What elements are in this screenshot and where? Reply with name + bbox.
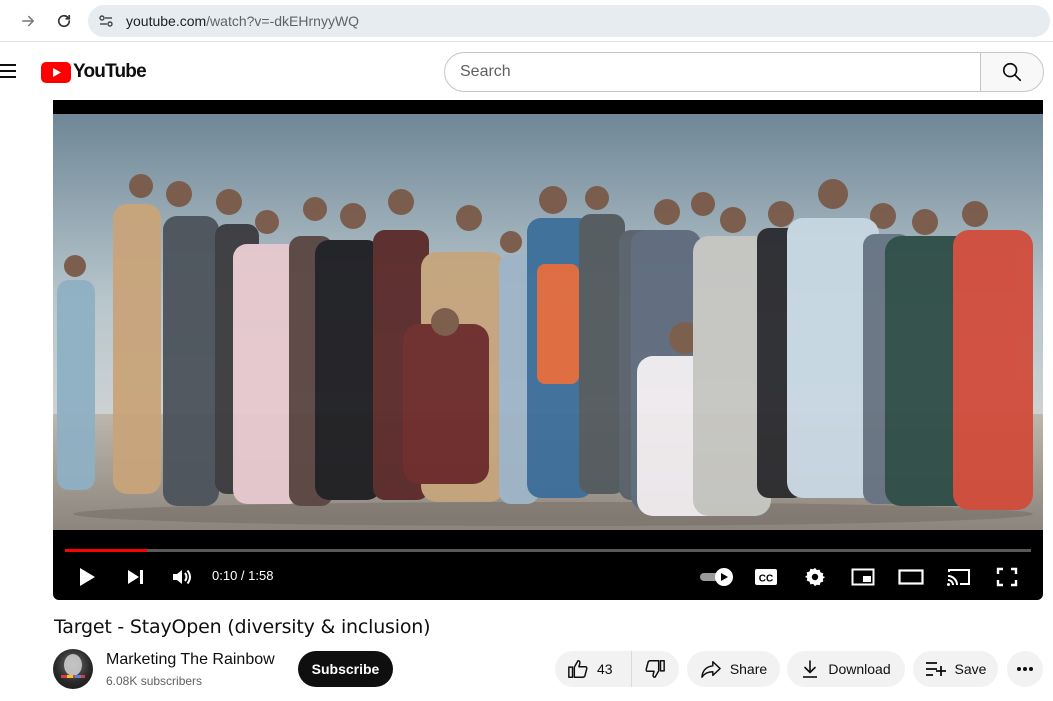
thumbs-up-icon (568, 660, 588, 678)
search-input[interactable] (444, 52, 981, 92)
volume-icon (173, 569, 191, 585)
address-bar[interactable]: youtube.com/watch?v=-dkEHrnyyWQ (88, 5, 1050, 37)
mute-button[interactable] (167, 562, 197, 592)
url-host: youtube.com (126, 13, 207, 29)
subscriber-count: 6.08K subscribers (106, 674, 203, 688)
dislike-button[interactable] (632, 651, 678, 687)
guide-menu-button[interactable] (0, 61, 18, 81)
like-dislike-group: 43 (555, 651, 679, 687)
theater-mode-icon (898, 569, 924, 585)
settings-icon (804, 567, 826, 587)
play-button[interactable] (73, 562, 101, 592)
progress-played (65, 549, 148, 552)
video-still-image (53, 114, 1043, 530)
channel-name[interactable]: Marketing The Rainbow (106, 651, 275, 669)
reload-icon (57, 14, 71, 28)
fullscreen-button[interactable] (992, 562, 1022, 592)
save-label: Save (954, 661, 987, 677)
miniplayer-button[interactable] (848, 562, 878, 592)
download-button[interactable]: Download (787, 651, 905, 687)
site-info-icon (99, 15, 113, 27)
video-player[interactable]: 0:10 / 1:58 CC (53, 100, 1043, 600)
forward-button[interactable] (13, 6, 43, 36)
youtube-wordmark: YouTube (73, 61, 147, 82)
like-button[interactable]: 43 (555, 651, 632, 687)
url-text[interactable]: youtube.com/watch?v=-dkEHrnyyWQ (126, 13, 359, 29)
save-button[interactable]: Save (913, 651, 998, 687)
time-display: 0:10 / 1:58 (212, 568, 274, 583)
theater-mode-button[interactable] (896, 562, 926, 592)
youtube-play-logo-icon (41, 61, 71, 83)
share-label: Share (729, 661, 768, 677)
youtube-logo[interactable]: YouTube (41, 61, 147, 83)
cast-button[interactable] (944, 562, 974, 592)
search-icon (1002, 62, 1022, 82)
miniplayer-icon (851, 568, 875, 586)
autoplay-toggle[interactable] (697, 562, 737, 592)
download-label: Download (828, 661, 891, 677)
browser-toolbar: youtube.com/watch?v=-dkEHrnyyWQ (0, 0, 1053, 42)
forward-arrow-icon (22, 15, 34, 27)
settings-button[interactable] (800, 562, 830, 592)
search-box (444, 52, 1044, 92)
play-icon (80, 568, 95, 586)
captions-button[interactable]: CC (751, 562, 781, 592)
next-button[interactable] (121, 562, 149, 592)
progress-bar[interactable] (65, 549, 1031, 552)
captions-icon: CC (755, 569, 777, 585)
subscribe-button[interactable]: Subscribe (298, 651, 393, 687)
fullscreen-icon (996, 567, 1018, 587)
share-icon (700, 661, 721, 678)
cast-icon (947, 569, 970, 586)
thumbs-down-icon (645, 660, 665, 678)
download-icon (803, 660, 818, 678)
like-count: 43 (597, 661, 613, 677)
reload-button[interactable] (49, 6, 79, 36)
channel-avatar[interactable] (53, 649, 93, 689)
more-horizontal-icon (1017, 667, 1033, 671)
video-frame[interactable] (53, 114, 1043, 530)
autoplay-toggle-icon (700, 568, 733, 586)
more-actions-button[interactable] (1007, 651, 1043, 687)
captions-label: CC (759, 574, 773, 585)
site-info-button[interactable] (92, 7, 120, 35)
next-icon (128, 570, 143, 584)
video-title: Target - StayOpen (diversity & inclusion… (54, 616, 431, 638)
search-button[interactable] (980, 52, 1044, 92)
channel-avatar-image (61, 654, 85, 678)
save-to-playlist-icon (925, 662, 946, 676)
share-button[interactable]: Share (687, 651, 780, 687)
youtube-header: YouTube (0, 43, 1053, 100)
hamburger-menu-icon (0, 64, 16, 78)
url-path: /watch?v=-dkEHrnyyWQ (206, 13, 360, 29)
